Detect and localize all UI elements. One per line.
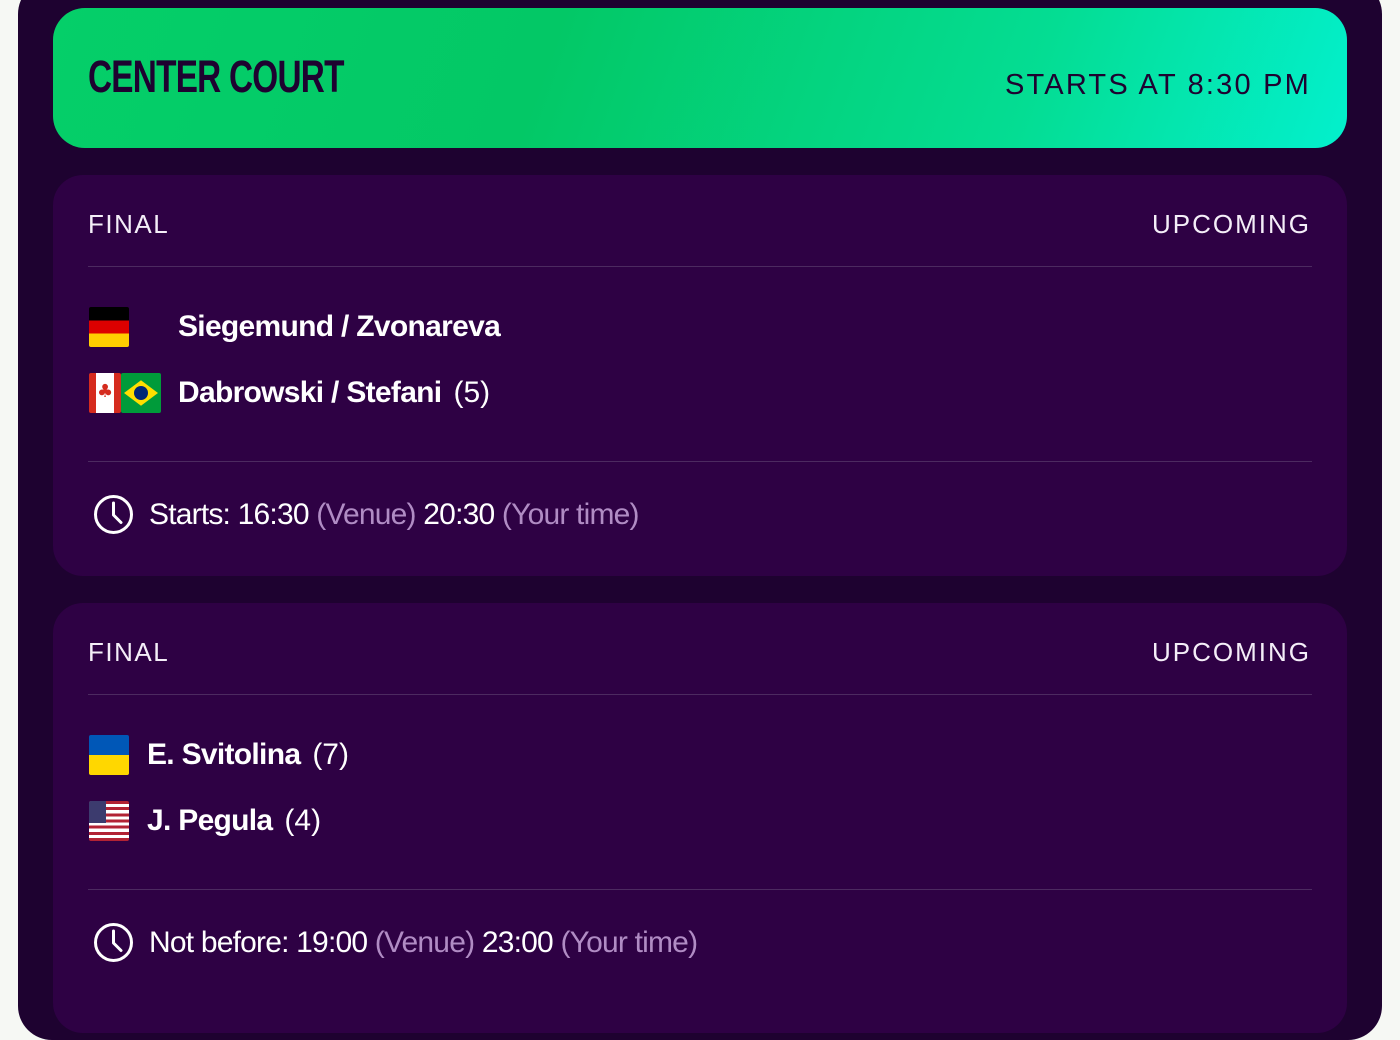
player-row[interactable]: J. Pegula (4)	[89, 799, 321, 843]
player-row[interactable]: E. Svitolina (7)	[89, 733, 349, 777]
player-name: Siegemund / Zvonareva	[178, 310, 501, 343]
venue-time: 16:30	[237, 497, 310, 531]
court-start-time: STARTS AT 8:30 PM	[1004, 69, 1311, 101]
flag-group: ♣	[89, 373, 178, 413]
clock-icon	[94, 495, 133, 534]
time-label: Not before:	[149, 925, 289, 959]
divider	[88, 461, 1312, 462]
flag-group	[89, 801, 147, 841]
local-label: (Your time)	[501, 497, 640, 531]
flag-group	[89, 735, 147, 775]
player-name: J. Pegula	[147, 804, 273, 837]
local-time: 23:00	[481, 925, 554, 959]
divider	[88, 266, 1312, 267]
flag-germany-icon	[89, 307, 129, 347]
player-seed: (5)	[453, 376, 491, 409]
divider	[88, 889, 1312, 890]
match-status: UPCOMING	[1152, 209, 1311, 239]
time-label: Starts:	[149, 497, 231, 531]
flag-brazil-icon	[121, 373, 161, 413]
clock-icon	[94, 923, 133, 962]
flag-ukraine-icon	[89, 735, 129, 775]
player-name: Dabrowski / Stefani	[178, 376, 442, 409]
divider	[88, 694, 1312, 695]
venue-time: 19:00	[296, 925, 368, 959]
player-row[interactable]: ♣ Dabrowski / Stefani (5)	[89, 371, 490, 415]
match-round: FINAL	[88, 209, 170, 239]
player-name: E. Svitolina	[147, 738, 301, 771]
match-status: UPCOMING	[1152, 637, 1311, 667]
match-card[interactable]: FINAL UPCOMING E. Svitolina (7) J. Pegul…	[53, 603, 1347, 1033]
player-row[interactable]: Siegemund / Zvonareva	[89, 305, 501, 349]
flag-group	[89, 307, 178, 347]
match-round: FINAL	[88, 637, 170, 667]
match-time: Starts: 16:30 (Venue) 20:30 (Your time)	[93, 494, 640, 535]
local-time: 20:30	[423, 497, 495, 531]
local-label: (Your time)	[560, 925, 698, 959]
player-seed: (4)	[284, 804, 322, 837]
venue-label: (Venue)	[374, 925, 475, 959]
match-card[interactable]: FINAL UPCOMING Siegemund / Zvonareva ♣ D…	[53, 175, 1347, 576]
flag-canada-icon: ♣	[89, 373, 121, 413]
venue-label: (Venue)	[316, 497, 416, 531]
court-name: CENTER COURT	[88, 51, 344, 102]
court-header[interactable]: CENTER COURT STARTS AT 8:30 PM	[53, 8, 1347, 148]
flag-usa-icon	[89, 801, 129, 841]
player-seed: (7)	[312, 738, 349, 771]
match-time: Not before: 19:00 (Venue) 23:00 (Your ti…	[93, 922, 698, 963]
